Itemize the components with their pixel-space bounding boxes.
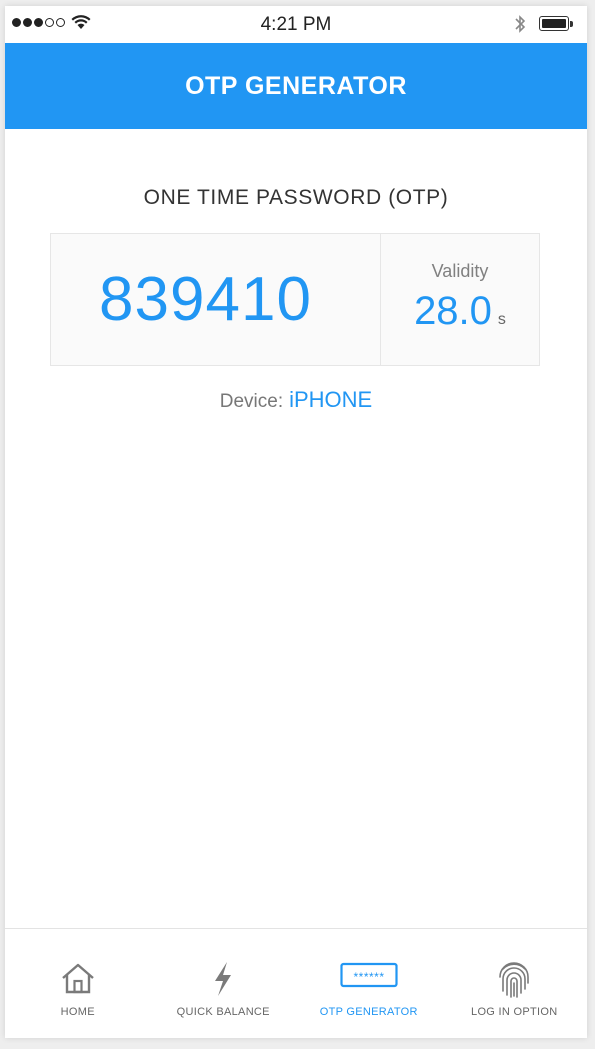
device-value: iPHONE [289, 387, 373, 412]
device-label: Device: [219, 391, 284, 412]
otp-code[interactable]: 839410 [99, 264, 332, 335]
nav-label-otp-generator: OTP GENERATOR [319, 1006, 418, 1018]
nav-label-log-in-option: LOG IN OPTION [471, 1006, 558, 1018]
nav-item-otp-generator[interactable]: ****** OTP GENERATOR [296, 929, 442, 1038]
otp-code-cell: 839410 [51, 234, 381, 365]
status-time: 4:21 PM [260, 14, 332, 35]
nav-item-home[interactable]: HOME [5, 929, 151, 1038]
nav-item-log-in-option[interactable]: LOG IN OPTION [442, 929, 588, 1038]
password-icon: ****** [340, 962, 398, 988]
lightning-icon [215, 962, 232, 996]
validity-label: Validity [431, 261, 489, 281]
app-header: OTP GENERATOR [5, 43, 587, 129]
otp-card: 839410 Validity 28.0 s [50, 233, 540, 366]
fingerprint-icon [499, 962, 530, 998]
svg-text:******: ****** [353, 970, 384, 984]
home-icon [61, 963, 94, 994]
validity-value-row: 28.0 s [381, 289, 539, 334]
validity-unit: s [497, 311, 506, 328]
page-title: OTP GENERATOR [185, 71, 407, 100]
nav-item-quick-balance[interactable]: QUICK BALANCE [151, 929, 297, 1038]
status-bar: 4:21 PM [5, 6, 587, 43]
battery-icon [539, 16, 573, 31]
validity-cell: Validity 28.0 s [381, 234, 539, 365]
otp-heading: ONE TIME PASSWORD (OTP) [143, 186, 449, 209]
validity-value: 28.0 [414, 289, 492, 333]
device-row: Device: iPHONE [5, 387, 587, 413]
bottom-nav: HOME QUICK BALANCE ****** OTP GENERATOR [5, 928, 587, 1038]
bluetooth-icon [515, 15, 526, 33]
nav-label-home: HOME [60, 1006, 95, 1018]
phone-screen: 4:21 PM OTP GENERATOR ONE TIME PASSWORD … [5, 6, 587, 1038]
nav-label-quick-balance: QUICK BALANCE [176, 1006, 270, 1018]
